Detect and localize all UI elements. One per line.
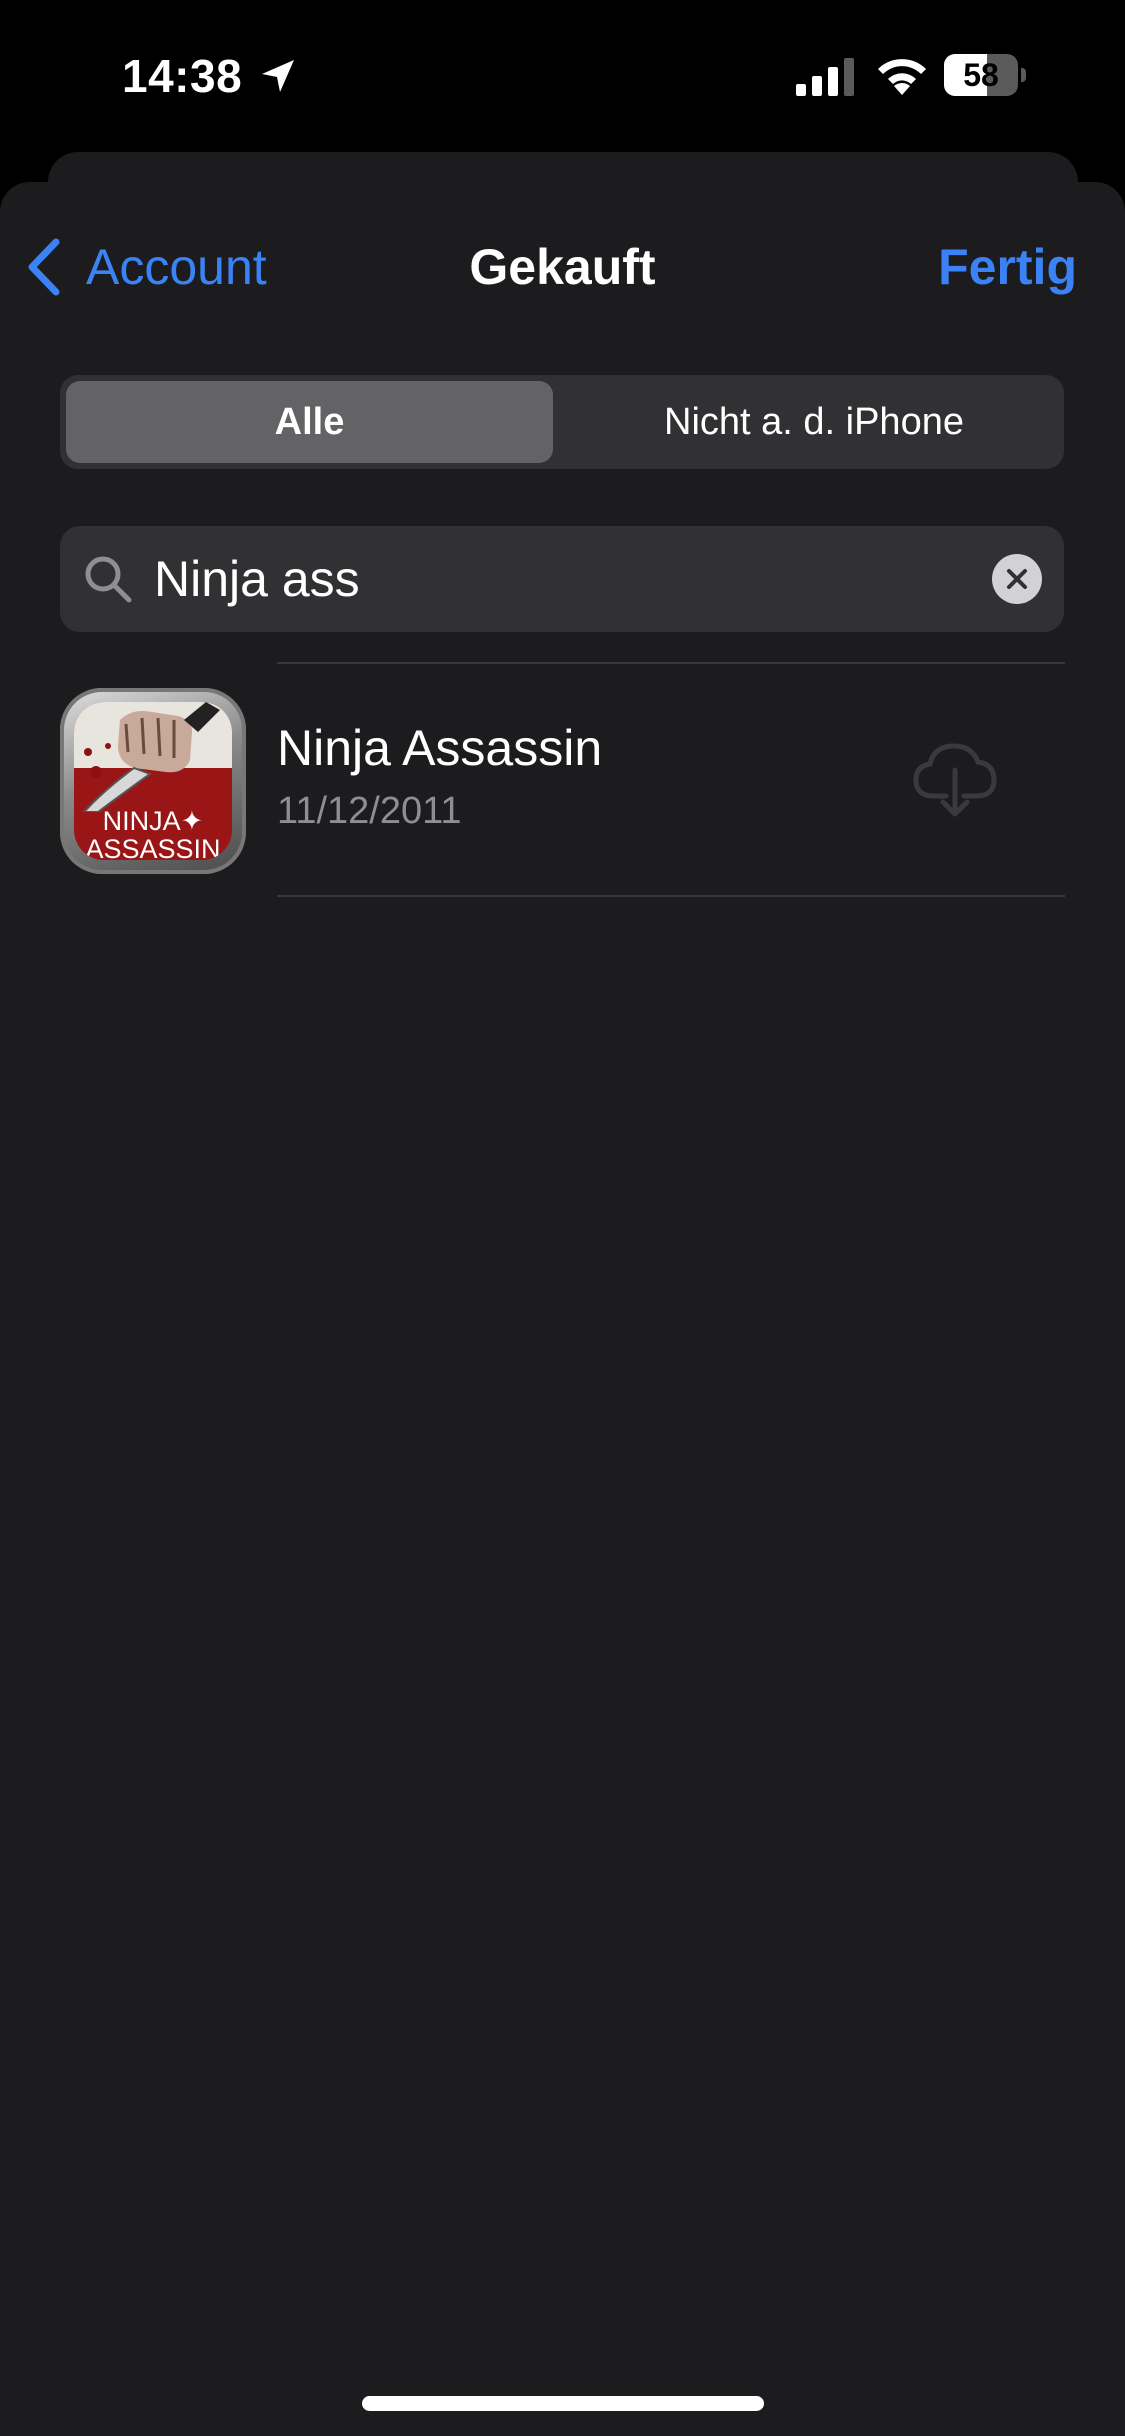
item-title: Ninja Assassin — [277, 720, 603, 776]
app-icon: NINJA✦ ASSASSIN — [60, 688, 246, 874]
item-date: 11/12/2011 — [277, 790, 462, 832]
back-label: Account — [86, 239, 267, 295]
home-indicator — [362, 2396, 764, 2411]
location-arrow-icon — [262, 60, 294, 92]
icloud-download-icon[interactable] — [912, 740, 998, 820]
segmented-control: Alle Nicht a. d. iPhone — [60, 375, 1064, 469]
search-input[interactable] — [154, 526, 934, 632]
segment-all[interactable]: Alle — [66, 381, 553, 463]
done-button[interactable]: Fertig — [938, 232, 1077, 302]
wifi-icon — [878, 59, 926, 95]
battery-indicator: 58 — [944, 54, 1026, 96]
xmark-icon — [1007, 569, 1027, 589]
purchased-sheet — [0, 182, 1125, 2436]
segment-not-on-iphone[interactable]: Nicht a. d. iPhone — [570, 381, 1058, 463]
status-time: 14:38 — [122, 50, 243, 102]
back-button[interactable]: Account — [24, 232, 267, 302]
clear-search-button[interactable] — [992, 554, 1042, 604]
cellular-signal-icon — [796, 58, 854, 96]
status-bar: 14:38 58 — [0, 0, 1125, 150]
magnifying-glass-icon — [85, 556, 132, 603]
screen: 14:38 58 Gekauft Account Fertig Alle Nic… — [0, 0, 1125, 2436]
battery-cap — [1021, 68, 1026, 82]
fist-knife-icon — [82, 702, 220, 812]
icon-text-line1: NINJA✦ — [102, 806, 204, 836]
search-bar — [60, 526, 1064, 632]
app-icon-artwork: NINJA✦ ASSASSIN — [74, 702, 232, 860]
chevron-left-icon — [28, 238, 60, 296]
battery-percent: 58 — [963, 57, 999, 93]
list-item[interactable]: NINJA✦ ASSASSIN Ninja Assassin 11/12/201… — [0, 664, 1125, 896]
icon-text-line2: ASSASSIN — [85, 834, 221, 860]
battery-body: 58 — [944, 54, 1018, 96]
list-divider-bottom — [277, 895, 1065, 897]
